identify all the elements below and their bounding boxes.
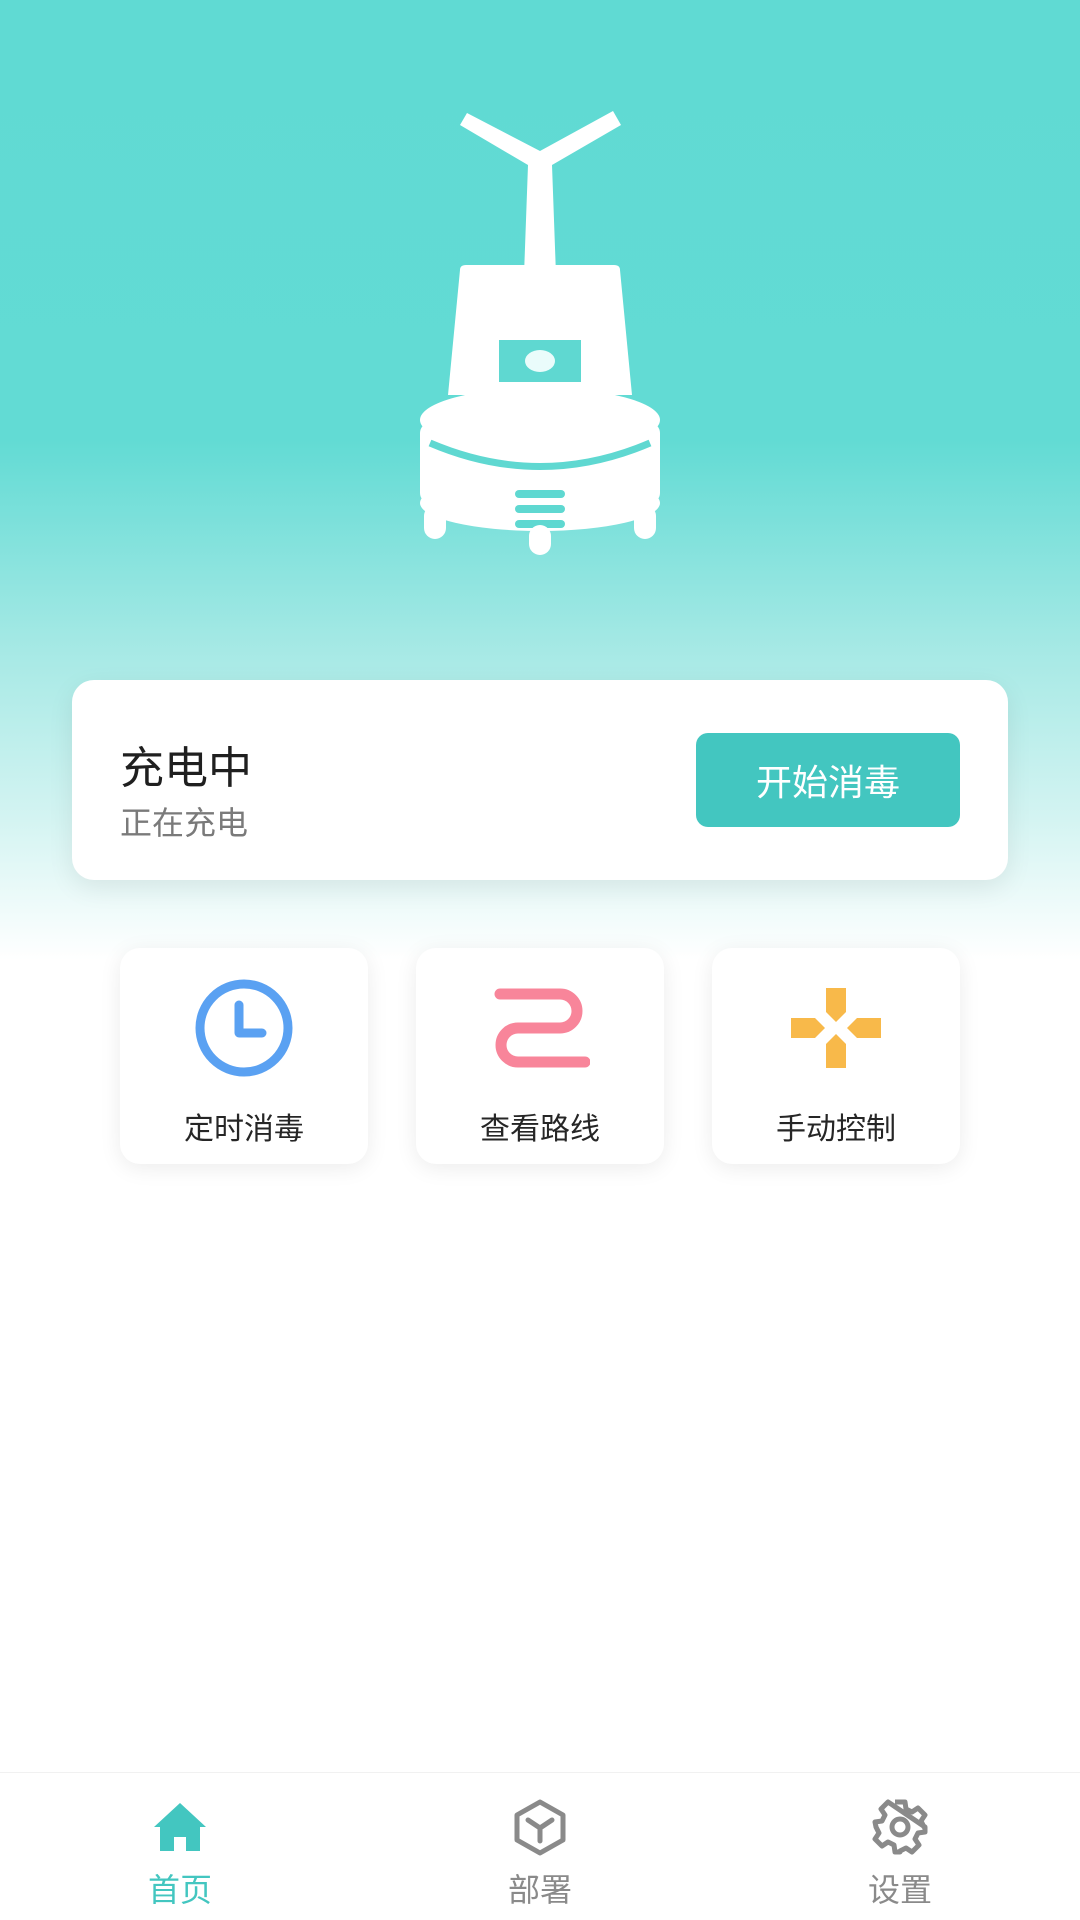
scheduled-disinfection-tile[interactable]: 定时消毒	[120, 948, 368, 1164]
view-route-tile[interactable]: 查看路线	[416, 948, 664, 1164]
home-icon	[154, 1803, 206, 1851]
home-screen: 充电中 正在充电 开始消毒 定时消毒 查看路线 手动控制 首页 部署 设置	[0, 0, 1080, 1920]
tab-settings[interactable]: 设置	[800, 1773, 1000, 1920]
bottom-tab-bar: 首页 部署 设置	[0, 1772, 1080, 1920]
status-subtitle: 正在充电	[120, 804, 249, 842]
tile-label: 手动控制	[776, 1112, 896, 1147]
status-title: 充电中	[120, 743, 252, 794]
start-disinfection-button[interactable]: 开始消毒	[696, 733, 960, 827]
route-icon	[494, 988, 590, 1068]
robot-status-card: 充电中 正在充电 开始消毒	[72, 680, 1008, 880]
dpad-icon	[791, 988, 881, 1068]
clock-icon	[195, 979, 293, 1077]
tile-label: 查看路线	[480, 1112, 600, 1147]
manual-control-tile[interactable]: 手动控制	[712, 948, 960, 1164]
tile-label: 定时消毒	[184, 1112, 304, 1147]
tab-label: 首页	[147, 1871, 212, 1909]
tab-label: 部署	[507, 1871, 572, 1909]
gear-icon	[872, 1799, 928, 1855]
cube-icon	[514, 1799, 566, 1856]
disinfection-robot-illustration	[420, 111, 660, 555]
tab-home[interactable]: 首页	[80, 1773, 280, 1920]
tab-label: 设置	[867, 1871, 932, 1909]
tab-deploy[interactable]: 部署	[440, 1773, 640, 1920]
quick-actions: 定时消毒 查看路线 手动控制	[120, 948, 960, 1164]
